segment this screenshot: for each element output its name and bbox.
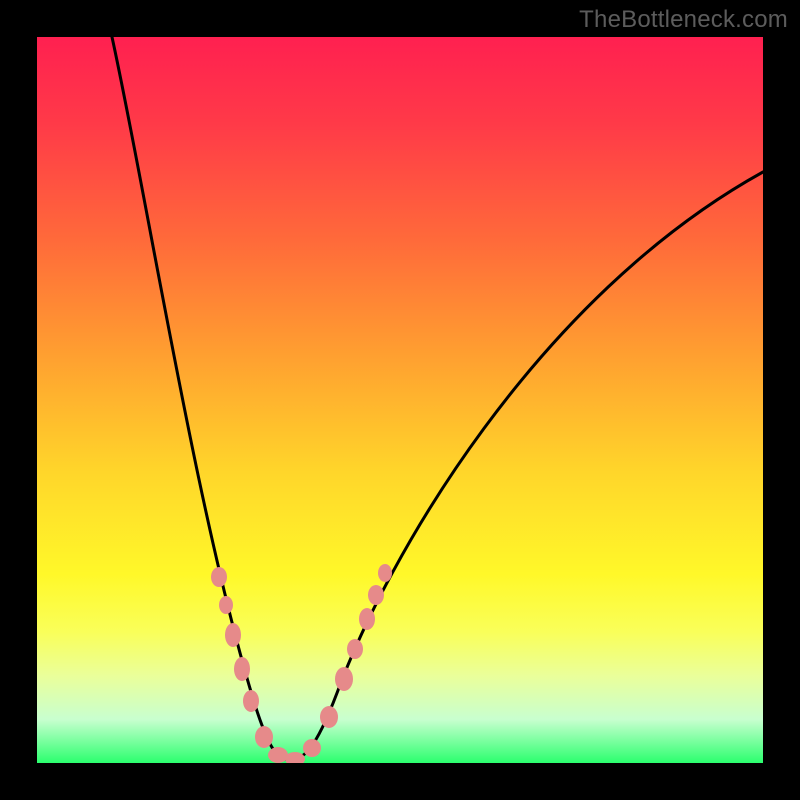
- data-marker: [303, 739, 321, 757]
- plot-area: [37, 37, 763, 763]
- data-marker: [368, 585, 384, 605]
- data-marker: [219, 596, 233, 614]
- data-marker: [211, 567, 227, 587]
- data-marker: [243, 690, 259, 712]
- data-marker: [268, 747, 288, 763]
- data-marker: [378, 564, 392, 582]
- watermark-text: TheBottleneck.com: [579, 6, 788, 34]
- data-marker: [320, 706, 338, 728]
- bottleneck-curve: [112, 37, 763, 760]
- data-marker: [234, 657, 250, 681]
- data-marker: [255, 726, 273, 748]
- data-markers: [211, 564, 392, 763]
- chart-frame: TheBottleneck.com: [0, 0, 800, 800]
- data-marker: [285, 752, 305, 763]
- data-marker: [225, 623, 241, 647]
- data-marker: [359, 608, 375, 630]
- plot-svg: [37, 37, 763, 763]
- data-marker: [335, 667, 353, 691]
- data-marker: [347, 639, 363, 659]
